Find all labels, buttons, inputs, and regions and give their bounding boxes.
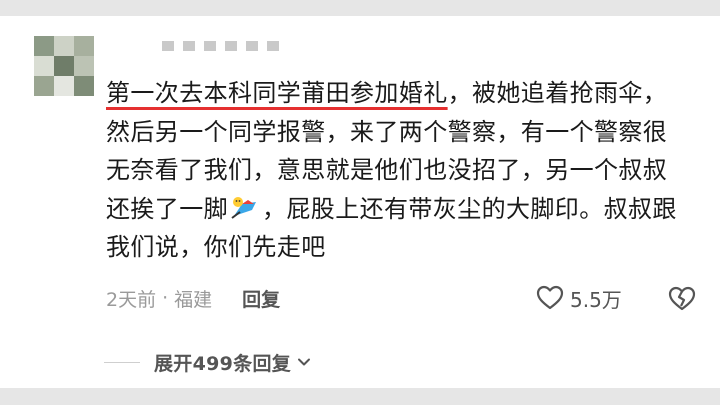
running-kick-emoji	[230, 193, 260, 219]
reply-button[interactable]: 回复	[242, 285, 280, 312]
expand-replies-label: 展开499条回复	[154, 352, 292, 375]
heart-outline-icon[interactable]	[536, 285, 564, 311]
underlined-phrase: 第一次去本科同学莆田参加婚礼	[106, 79, 448, 107]
comment-time: 2天前	[106, 288, 157, 311]
broken-heart-icon[interactable]	[668, 286, 696, 312]
expand-replies-button[interactable]: 展开499条回复	[104, 348, 311, 376]
comment-meta: 2天前 · 福建 回复	[106, 284, 280, 312]
avatar[interactable]	[34, 36, 94, 96]
comment-location: 福建	[174, 288, 213, 311]
meta-separator: ·	[162, 287, 169, 309]
username-redacted[interactable]	[162, 40, 279, 52]
chevron-down-icon	[298, 358, 311, 366]
comment-card: 第一次去本科同学莆田参加婚礼，被她追着抢雨伞，然后另一个同学报警，来了两个警察，…	[0, 16, 720, 388]
like-button[interactable]: 5.5万	[536, 284, 622, 312]
like-count: 5.5万	[570, 287, 622, 312]
expand-divider	[104, 361, 140, 363]
comment-text: 第一次去本科同学莆田参加婚礼，被她追着抢雨伞，然后另一个同学报警，来了两个警察，…	[106, 74, 690, 267]
